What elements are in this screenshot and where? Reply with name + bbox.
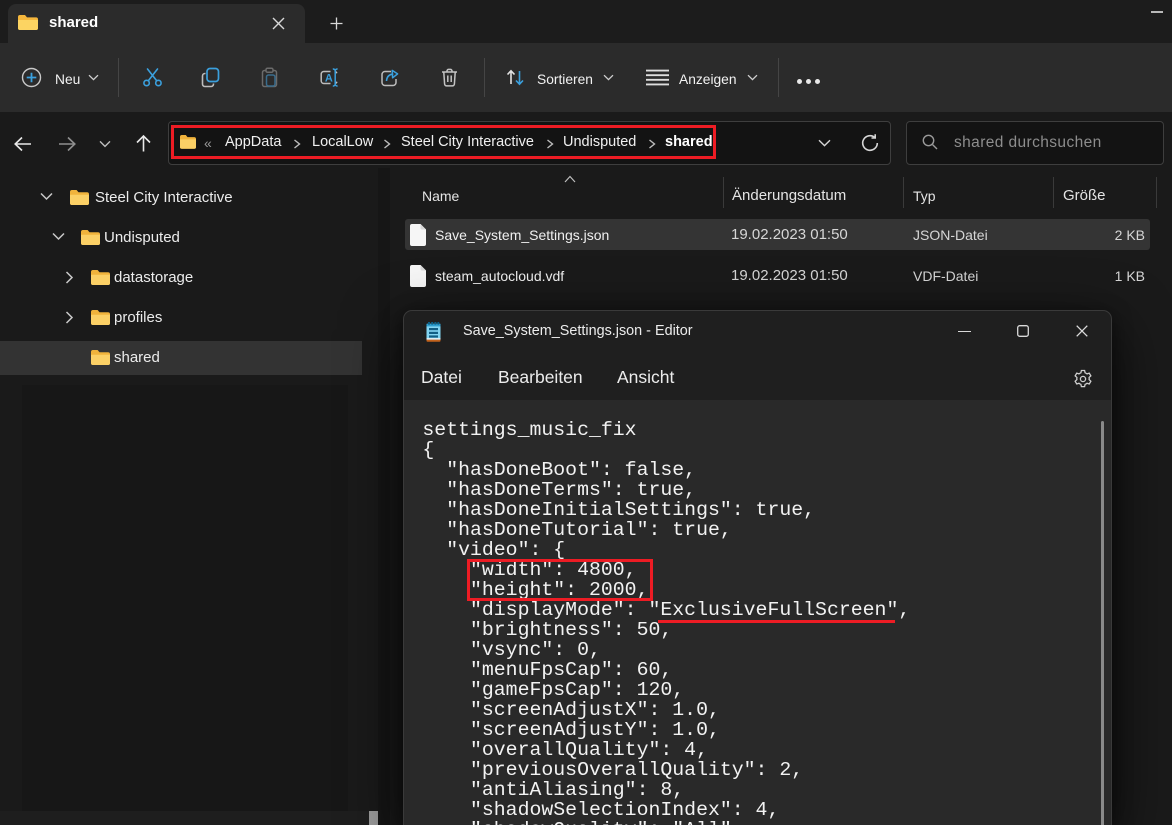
svg-text:A: A (325, 72, 333, 84)
